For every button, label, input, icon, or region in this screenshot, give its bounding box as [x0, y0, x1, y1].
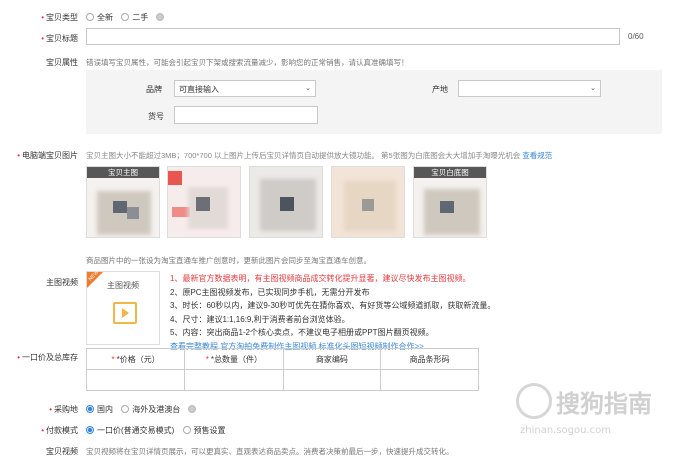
- item-type-label: • 宝贝类型: [41, 13, 78, 22]
- brand-select[interactable]: 可直接输入 ⌄: [174, 80, 316, 97]
- radio-disabled: [188, 405, 199, 414]
- header-barcode: 商品条形码: [380, 348, 479, 370]
- payment-mode-options: 一口价(普通交易模式) 预售设置: [86, 425, 232, 436]
- brand-label: 品牌: [146, 85, 162, 94]
- pc-images-hint: 宝贝主图大小不能超过3MB；700*700 以上图片上传后宝贝详情页自动提供放大…: [86, 151, 553, 160]
- price-stock-label: • 一口价及总库存: [17, 353, 78, 362]
- guideline-line-2: 2、原PC主图视频发布，已实现同步手机，无需分开发布: [170, 287, 370, 297]
- radio-disabled: [156, 13, 167, 22]
- price-table-header: * *价格（元） * *总数量（件） 商家编码 商品条形码: [85, 348, 479, 370]
- header-merchant-code: 商家编码: [282, 348, 382, 370]
- item-title-input[interactable]: [86, 28, 620, 45]
- title-char-counter: 0/60: [628, 32, 644, 41]
- main-image-caption: 宝贝主图: [87, 167, 159, 178]
- watermark-url: zhinan.sogou.com: [520, 425, 612, 436]
- radio-new[interactable]: 全新: [86, 13, 113, 22]
- item-attributes-label: 宝贝属性: [46, 58, 78, 67]
- pc-images-label: • 电脑端宝贝图片: [17, 151, 78, 160]
- price-input-cell[interactable]: [85, 369, 186, 391]
- pc-images-footer: 商品图片中的一张设为淘宝直通车推广创意时，更新此图片会同步至淘宝直通车创意。: [86, 256, 371, 265]
- watermark-text: 搜狗指南: [556, 390, 652, 418]
- item-title-label: • 宝贝标题: [41, 34, 78, 43]
- thumb-image-2[interactable]: [167, 166, 241, 238]
- thumb-image-4[interactable]: [331, 166, 405, 238]
- thumb-image-3[interactable]: [249, 166, 323, 238]
- watermark-logo-icon: [516, 383, 552, 419]
- main-video-guidelines: 1、最新官方数据表明，有主图视频商品成交转化提升显著，建议尽快发布主图视频。 2…: [170, 272, 495, 353]
- barcode-cell[interactable]: [380, 369, 479, 391]
- origin-select[interactable]: ⌄: [458, 80, 601, 97]
- chevron-down-icon: ⌄: [305, 85, 311, 92]
- video-play-icon: [113, 302, 137, 324]
- header-quantity: * *总数量（件）: [184, 348, 284, 370]
- quantity-input-cell[interactable]: [184, 369, 284, 391]
- main-video-upload-box[interactable]: NEW 主图视频: [86, 270, 160, 345]
- sku-label: 货号: [148, 112, 164, 121]
- guideline-line-5: 5、内容：突出商品1-2个核心卖点，不建议电子相册或PPT图片翻页视频。: [170, 328, 434, 337]
- sku-input[interactable]: [174, 106, 318, 124]
- payment-mode-label: • 付款模式: [41, 426, 78, 435]
- origin-label: 产地: [432, 85, 448, 94]
- thumb-main-image[interactable]: 宝贝主图: [86, 166, 160, 238]
- price-table-row: [85, 369, 479, 391]
- guideline-line-4: 4、尺寸：建议1:1,16:9,利于消费者前台浏览体验。: [170, 314, 350, 324]
- guideline-line-1: 1、最新官方数据表明，有主图视频商品成交转化提升显著，建议尽快发布主图视频。: [170, 274, 471, 283]
- header-price: * *价格（元）: [85, 348, 186, 370]
- thumb-white-background[interactable]: 宝贝白底图: [413, 166, 487, 238]
- item-video-hint: 宝贝视频将在宝贝详情页展示，可以更真实、直观表达商品卖点。消费者决策前最后一步，…: [86, 447, 454, 456]
- radio-used[interactable]: 二手: [121, 13, 148, 22]
- chevron-down-icon: ⌄: [590, 85, 596, 92]
- main-video-label: 主图视频: [46, 278, 78, 287]
- item-video-label: 宝贝视频: [46, 447, 78, 456]
- view-spec-link[interactable]: 查看规范: [522, 151, 552, 160]
- purchase-location-options: 国内 海外及港澳台: [86, 404, 205, 415]
- radio-domestic[interactable]: 国内: [86, 405, 113, 414]
- merchant-code-cell[interactable]: [282, 369, 382, 391]
- price-stock-table: * *价格（元） * *总数量（件） 商家编码 商品条形码: [85, 348, 479, 391]
- radio-overseas[interactable]: 海外及港澳台: [121, 405, 180, 414]
- item-type-options: 全新 二手: [86, 12, 173, 23]
- radio-presale[interactable]: 预售设置: [182, 426, 226, 435]
- radio-fixed-price[interactable]: 一口价(普通交易模式): [86, 426, 174, 435]
- white-image-caption: 宝贝白底图: [414, 167, 486, 178]
- purchase-location-label: • 采购地: [49, 405, 78, 414]
- guideline-line-3: 3、时长：60秒以内，建议9-30秒可优先在猜你喜欢、有好货等公域频道抓取，获取…: [170, 301, 496, 310]
- main-video-box-label: 主图视频: [107, 281, 139, 290]
- attributes-hint: 错误填写宝贝属性，可能会引起宝贝下架或搜索流量减少，影响您的正常销售，请认真准确…: [86, 58, 409, 67]
